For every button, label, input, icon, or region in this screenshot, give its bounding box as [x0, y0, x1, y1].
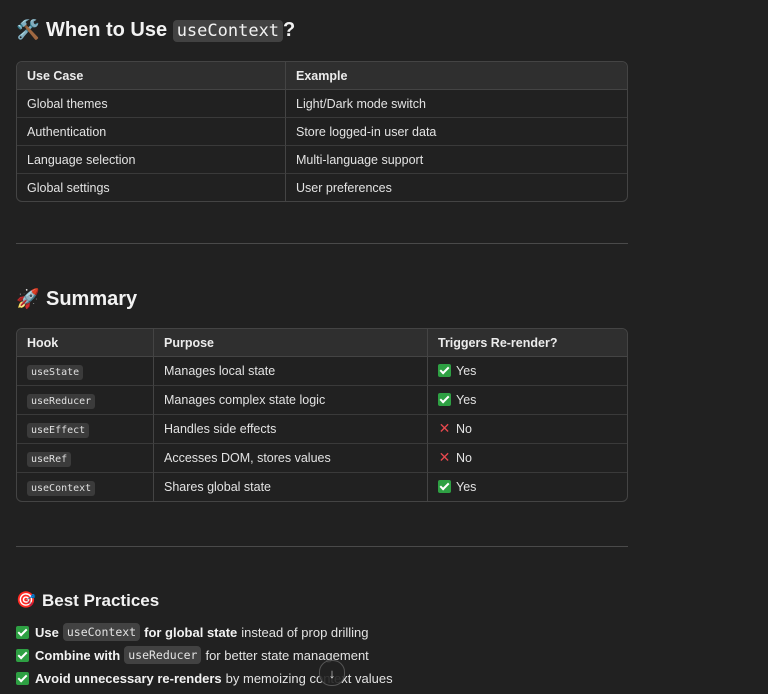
- when-to-use-heading: 🛠️ When to Use useContext?: [16, 19, 295, 42]
- rerender-cell: ✕ No: [427, 443, 627, 472]
- hook-cell: useRef: [17, 443, 153, 472]
- table-cell: Light/Dark mode switch: [285, 90, 627, 117]
- check-mark-icon: [438, 393, 451, 406]
- table-cell: Multi-language support: [285, 145, 627, 173]
- heading-suffix: ?: [283, 19, 296, 41]
- column-header: Purpose: [153, 329, 427, 357]
- item-text: by memoizing context values: [225, 670, 393, 686]
- rerender-cell: ✕ No: [427, 414, 627, 443]
- target-icon: 🎯: [16, 592, 36, 609]
- table-row: useContext Shares global state Yes: [17, 472, 627, 501]
- item-text: instead of prop drilling: [241, 624, 369, 640]
- column-header: Hook: [17, 329, 153, 357]
- purpose-cell: Manages complex state logic: [153, 385, 427, 414]
- hook-code: useState: [27, 365, 84, 380]
- hook-code: useRef: [27, 452, 72, 467]
- rerender-value: Yes: [456, 480, 477, 494]
- hammer-and-wrench-icon: 🛠️: [16, 19, 40, 41]
- item-bold: Combine with: [35, 647, 121, 663]
- table-row: useState Manages local state Yes: [17, 357, 627, 385]
- item-bold: for global state: [144, 624, 238, 640]
- best-practices-heading: 🎯 Best Practices: [16, 590, 159, 612]
- divider: [16, 546, 628, 547]
- hook-cell: useEffect: [17, 414, 153, 443]
- purpose-cell: Manages local state: [153, 357, 427, 385]
- heading-code: useContext: [172, 20, 284, 42]
- rerender-cell: Yes: [427, 385, 627, 414]
- scroll-down-button[interactable]: ↓: [319, 660, 345, 686]
- table-cell: Global themes: [27, 96, 108, 111]
- hook-cell: useContext: [17, 472, 153, 501]
- rerender-value: No: [456, 451, 472, 465]
- check-mark-icon: [16, 625, 29, 639]
- table-cell: User preferences: [285, 173, 627, 201]
- item-bold: Use: [35, 624, 59, 640]
- table-row: useRef Accesses DOM, stores values ✕ No: [17, 443, 627, 472]
- cross-mark-icon: ✕: [438, 420, 451, 436]
- purpose-cell: Shares global state: [153, 472, 427, 501]
- table-row: Global themes Light/Dark mode switch: [17, 90, 627, 117]
- rocket-icon: 🚀: [16, 288, 40, 310]
- check-mark-icon: [438, 480, 451, 493]
- hook-code: useContext: [27, 481, 96, 496]
- cross-mark-icon: ✕: [438, 449, 451, 465]
- list-item: Use useContext for global state instead of …: [16, 621, 393, 643]
- summary-table: Hook Purpose Triggers Re-render? useStat…: [16, 328, 628, 502]
- when-to-use-heading-wrap: 🛠️ When to Use useContext?: [16, 19, 295, 42]
- rerender-cell: Yes: [427, 357, 627, 385]
- column-header: Triggers Re-render?: [427, 329, 627, 357]
- table-row: useEffect Handles side effects ✕ No: [17, 414, 627, 443]
- rerender-value: Yes: [456, 364, 477, 378]
- purpose-cell: Handles side effects: [153, 414, 427, 443]
- rerender-value: Yes: [456, 393, 477, 407]
- purpose-cell: Accesses DOM, stores values: [153, 443, 427, 472]
- rerender-value: No: [456, 422, 472, 436]
- item-text: for better state management: [205, 647, 369, 663]
- table-row: Authentication Store logged-in user data: [17, 117, 627, 145]
- column-header: Use Case: [17, 62, 285, 90]
- summary-heading: 🚀 Summary: [16, 288, 137, 311]
- check-mark-icon: [16, 648, 29, 662]
- item-code: useContext: [62, 623, 141, 641]
- item-code: useReducer: [124, 646, 202, 664]
- arrow-down-icon: ↓: [328, 665, 336, 681]
- divider: [16, 243, 628, 244]
- table-row: useReducer Manages complex state logic Y…: [17, 385, 627, 414]
- hook-code: useEffect: [27, 423, 90, 438]
- heading-text: Summary: [46, 288, 138, 310]
- table-cell: Language selection: [17, 145, 285, 173]
- hook-code: useReducer: [27, 394, 96, 409]
- heading-text: When to Use: [46, 19, 168, 41]
- rerender-cell: Yes: [427, 472, 627, 501]
- table-cell: Store logged-in user data: [285, 117, 627, 145]
- column-header: Example: [285, 62, 627, 90]
- item-bold: Avoid unnecessary re-renders: [35, 670, 222, 686]
- table-row: Global settings User preferences: [17, 173, 627, 201]
- table-cell: Global settings: [17, 173, 285, 201]
- hook-cell: useReducer: [17, 385, 153, 414]
- heading-text: Best Practices: [42, 591, 160, 610]
- hook-cell: useState: [17, 357, 153, 385]
- use-case-table: Use Case Example Global themes Light/Dar…: [16, 61, 628, 202]
- table-row: Language selection Multi-language suppor…: [17, 145, 627, 173]
- check-mark-icon: [438, 364, 451, 377]
- check-mark-icon: [16, 671, 29, 685]
- table-cell: Authentication: [17, 117, 285, 145]
